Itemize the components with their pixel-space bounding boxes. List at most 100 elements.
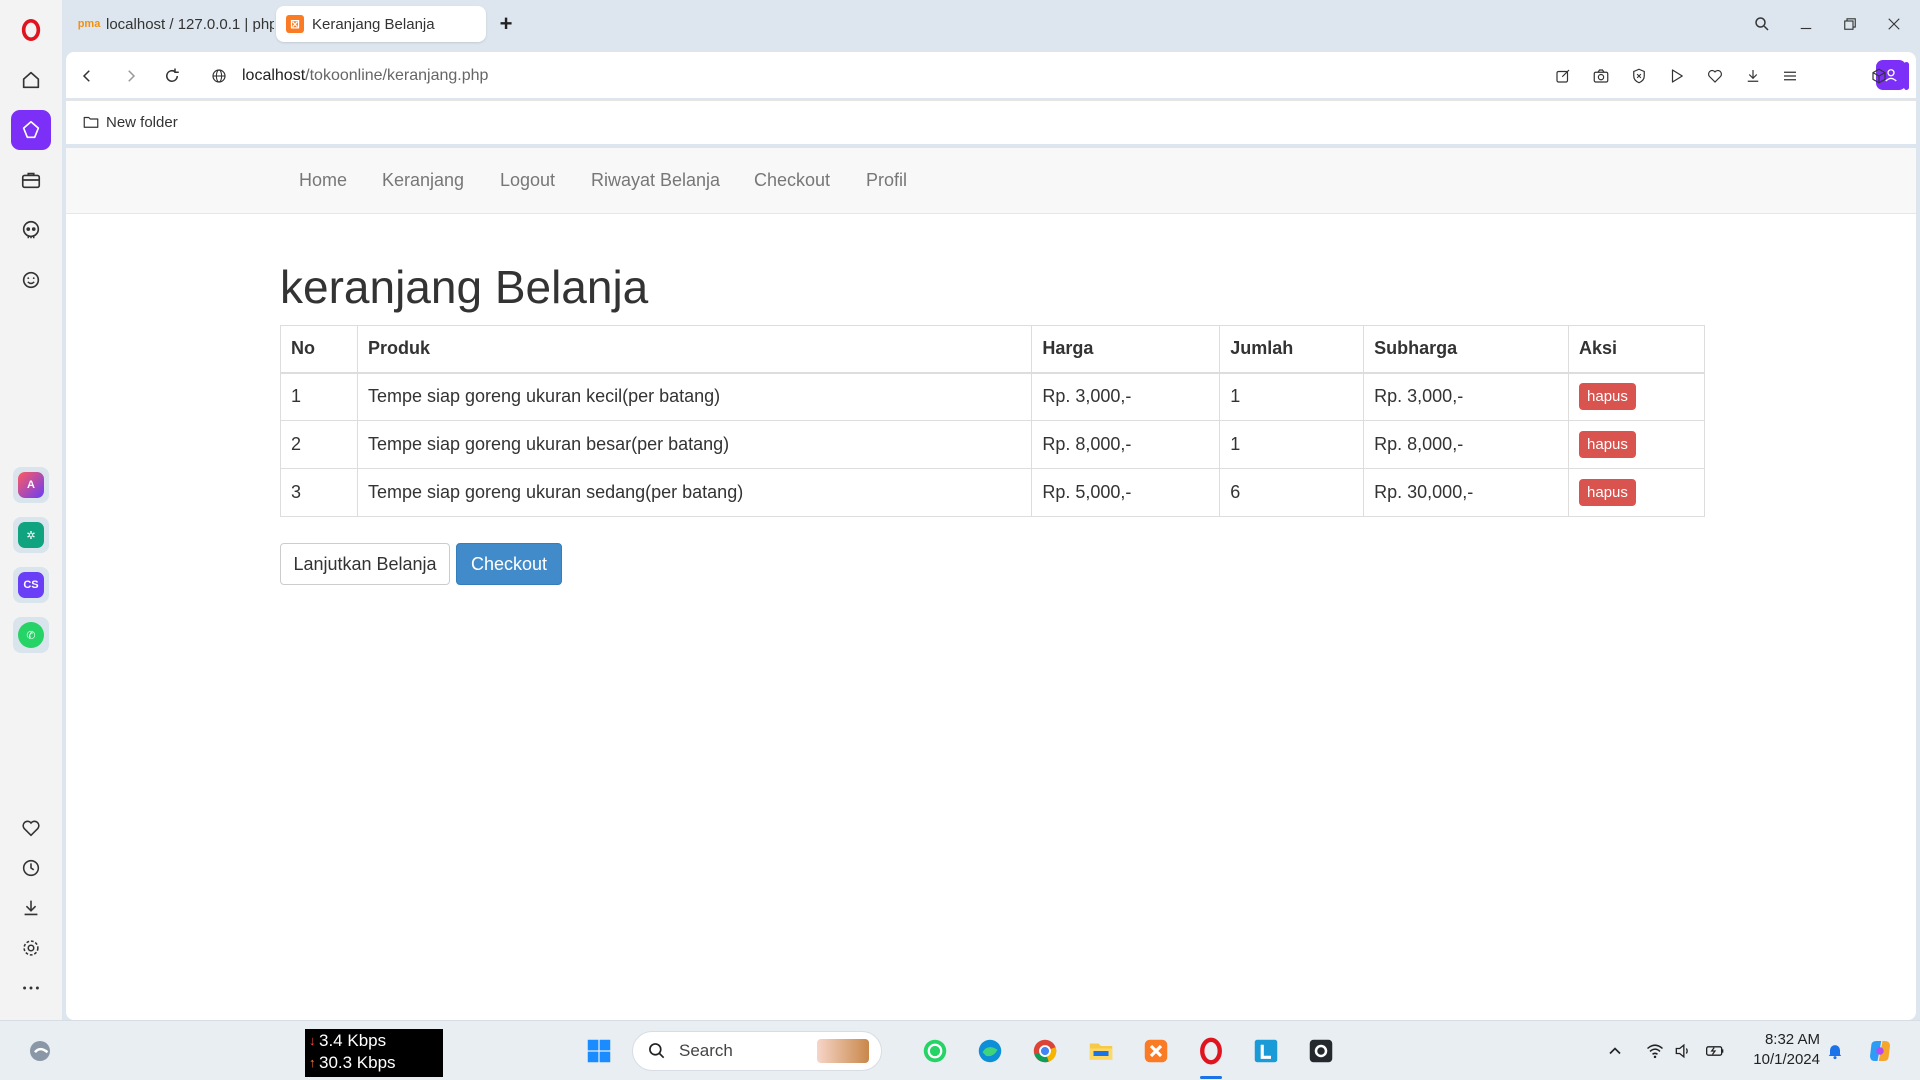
cell-subharga: Rp. 3,000,- [1363, 372, 1570, 421]
cell-jumlah: 1 [1219, 420, 1365, 469]
checkout-button[interactable]: Checkout [456, 543, 562, 585]
smiley-icon[interactable] [11, 260, 51, 300]
bookmark-folder[interactable]: New folder [82, 113, 178, 131]
hapus-button[interactable]: hapus [1579, 431, 1636, 458]
download-icon[interactable] [11, 888, 51, 928]
weather-widget-icon[interactable] [22, 1033, 58, 1069]
table-row: 2 Tempe siap goreng ukuran besar(per bat… [280, 420, 1705, 469]
page-title: keranjang Belanja [280, 261, 649, 313]
pinboard-icon[interactable] [11, 110, 51, 150]
bookmark-label: New folder [106, 113, 178, 131]
more-icon[interactable] [11, 968, 51, 1008]
system-clock[interactable]: 8:32 AM 10/1/2024 [1742, 1030, 1820, 1070]
site-navbar: Home Keranjang Logout Riwayat Belanja Ch… [66, 148, 1916, 214]
network-speed-meter: ↓ 3.4 Kbps ↑ 30.3 Kbps [305, 1029, 443, 1077]
cell-jumlah: 6 [1219, 468, 1365, 517]
l-app-taskbar-icon[interactable] [1248, 1033, 1284, 1069]
phpmyadmin-favicon-icon: pma [77, 18, 101, 30]
minimize-icon[interactable] [1791, 10, 1821, 38]
notification-bell-icon[interactable] [1824, 1040, 1846, 1062]
downloads-icon[interactable] [1740, 63, 1766, 89]
tab-search-icon[interactable] [1747, 10, 1777, 38]
cell-produk: Tempe siap goreng ukuran kecil(per batan… [356, 372, 1033, 421]
col-header-jumlah: Jumlah [1219, 325, 1365, 374]
send-play-icon[interactable] [1664, 63, 1690, 89]
settings-icon[interactable] [11, 928, 51, 968]
battery-charging-icon[interactable] [1704, 1040, 1726, 1062]
windows-start-icon[interactable] [581, 1033, 617, 1069]
address-bar[interactable]: localhost/tokoonline/keranjang.php [242, 64, 488, 88]
cell-aksi: hapus [1568, 468, 1705, 517]
taskbar-search-box[interactable]: Search [632, 1031, 882, 1071]
tab-phpmyadmin[interactable]: pma localhost / 127.0.0.1 | php [70, 6, 274, 42]
home-icon[interactable] [11, 60, 51, 100]
restore-icon[interactable] [1835, 10, 1865, 38]
whatsapp-app-icon[interactable]: ✆ [13, 617, 49, 653]
wifi-icon[interactable] [1644, 1040, 1666, 1062]
cell-subharga: Rp. 30,000,- [1363, 468, 1570, 517]
briefcase-icon[interactable] [11, 160, 51, 200]
col-header-produk: Produk [356, 325, 1033, 374]
adblock-shield-icon[interactable] [1626, 63, 1652, 89]
cell-no: 2 [280, 420, 358, 469]
lanjutkan-belanja-button[interactable]: Lanjutkan Belanja [280, 543, 450, 585]
tab-strip: pma localhost / 127.0.0.1 | php ⊠ Keranj… [62, 0, 1920, 48]
nav-profil[interactable]: Profil [866, 170, 907, 191]
hapus-button[interactable]: hapus [1579, 383, 1636, 411]
chrome-taskbar-icon[interactable] [1027, 1033, 1063, 1069]
snapshot-edit-icon[interactable] [1550, 63, 1576, 89]
folder-icon [83, 116, 99, 128]
aria-app-icon[interactable]: A [13, 467, 49, 503]
table-header-row: No Produk Harga Jumlah Subharga Aksi [280, 325, 1705, 374]
clock-time: 8:32 AM [1764, 1031, 1820, 1048]
hapus-button[interactable]: hapus [1579, 479, 1636, 506]
github-taskbar-icon[interactable] [1303, 1033, 1339, 1069]
copilot-icon[interactable] [1862, 1033, 1898, 1069]
forward-icon[interactable] [118, 63, 144, 89]
opera-logo-icon[interactable] [11, 10, 51, 50]
tab-keranjang-belanja[interactable]: ⊠ Keranjang Belanja [276, 6, 486, 42]
xampp-favicon-icon: ⊠ [286, 15, 304, 33]
cell-harga: Rp. 8,000,- [1031, 420, 1221, 469]
whatsapp-taskbar-icon[interactable] [917, 1033, 953, 1069]
opera-sidebar: A ✲ CS ✆ [0, 0, 62, 1020]
history-icon[interactable] [11, 848, 51, 888]
nav-checkout[interactable]: Checkout [754, 170, 830, 191]
back-icon[interactable] [74, 63, 100, 89]
cell-no: 1 [280, 372, 358, 421]
col-header-harga: Harga [1031, 325, 1221, 374]
volume-icon[interactable] [1672, 1040, 1694, 1062]
extensions-cube-icon[interactable] [1866, 63, 1892, 89]
easy-setup-icon[interactable] [1777, 63, 1803, 89]
nav-riwayat-belanja[interactable]: Riwayat Belanja [591, 170, 720, 191]
heart-icon[interactable] [11, 808, 51, 848]
camera-icon[interactable] [1588, 63, 1614, 89]
close-icon[interactable] [1879, 10, 1909, 38]
upload-arrow-icon: ↑ [309, 1055, 316, 1070]
new-tab-plus-icon[interactable]: + [494, 11, 518, 36]
opera-taskbar-icon[interactable] [1193, 1033, 1229, 1069]
show-hidden-icons-chevron-icon[interactable] [1604, 1040, 1626, 1062]
url-host: localhost [242, 67, 306, 84]
file-explorer-taskbar-icon[interactable] [1083, 1033, 1119, 1069]
bookmark-heart-icon[interactable] [1702, 63, 1728, 89]
net-down-speed: 3.4 Kbps [319, 1031, 387, 1050]
cs-app-icon[interactable]: CS [13, 567, 49, 603]
col-header-no: No [280, 325, 358, 374]
nav-keranjang[interactable]: Keranjang [382, 170, 464, 191]
nav-home[interactable]: Home [299, 170, 347, 191]
windows-taskbar: ↓ 3.4 Kbps ↑ 30.3 Kbps Search 8:32 AM 10… [0, 1020, 1920, 1080]
search-label: Search [679, 1041, 733, 1060]
cell-subharga: Rp. 8,000,- [1363, 420, 1570, 469]
bookmarks-bar: New folder [66, 100, 1916, 144]
chatgpt-app-icon[interactable]: ✲ [13, 517, 49, 553]
reload-icon[interactable] [159, 63, 185, 89]
cart-table: No Produk Harga Jumlah Subharga Aksi 1 T… [280, 325, 1705, 517]
nav-logout[interactable]: Logout [500, 170, 555, 191]
cell-harga: Rp. 3,000,- [1031, 372, 1221, 421]
skull-icon[interactable] [11, 210, 51, 250]
site-info-globe-icon[interactable] [206, 63, 232, 89]
xampp-taskbar-icon[interactable] [1138, 1033, 1174, 1069]
edge-taskbar-icon[interactable] [972, 1033, 1008, 1069]
download-arrow-icon: ↓ [309, 1033, 316, 1048]
